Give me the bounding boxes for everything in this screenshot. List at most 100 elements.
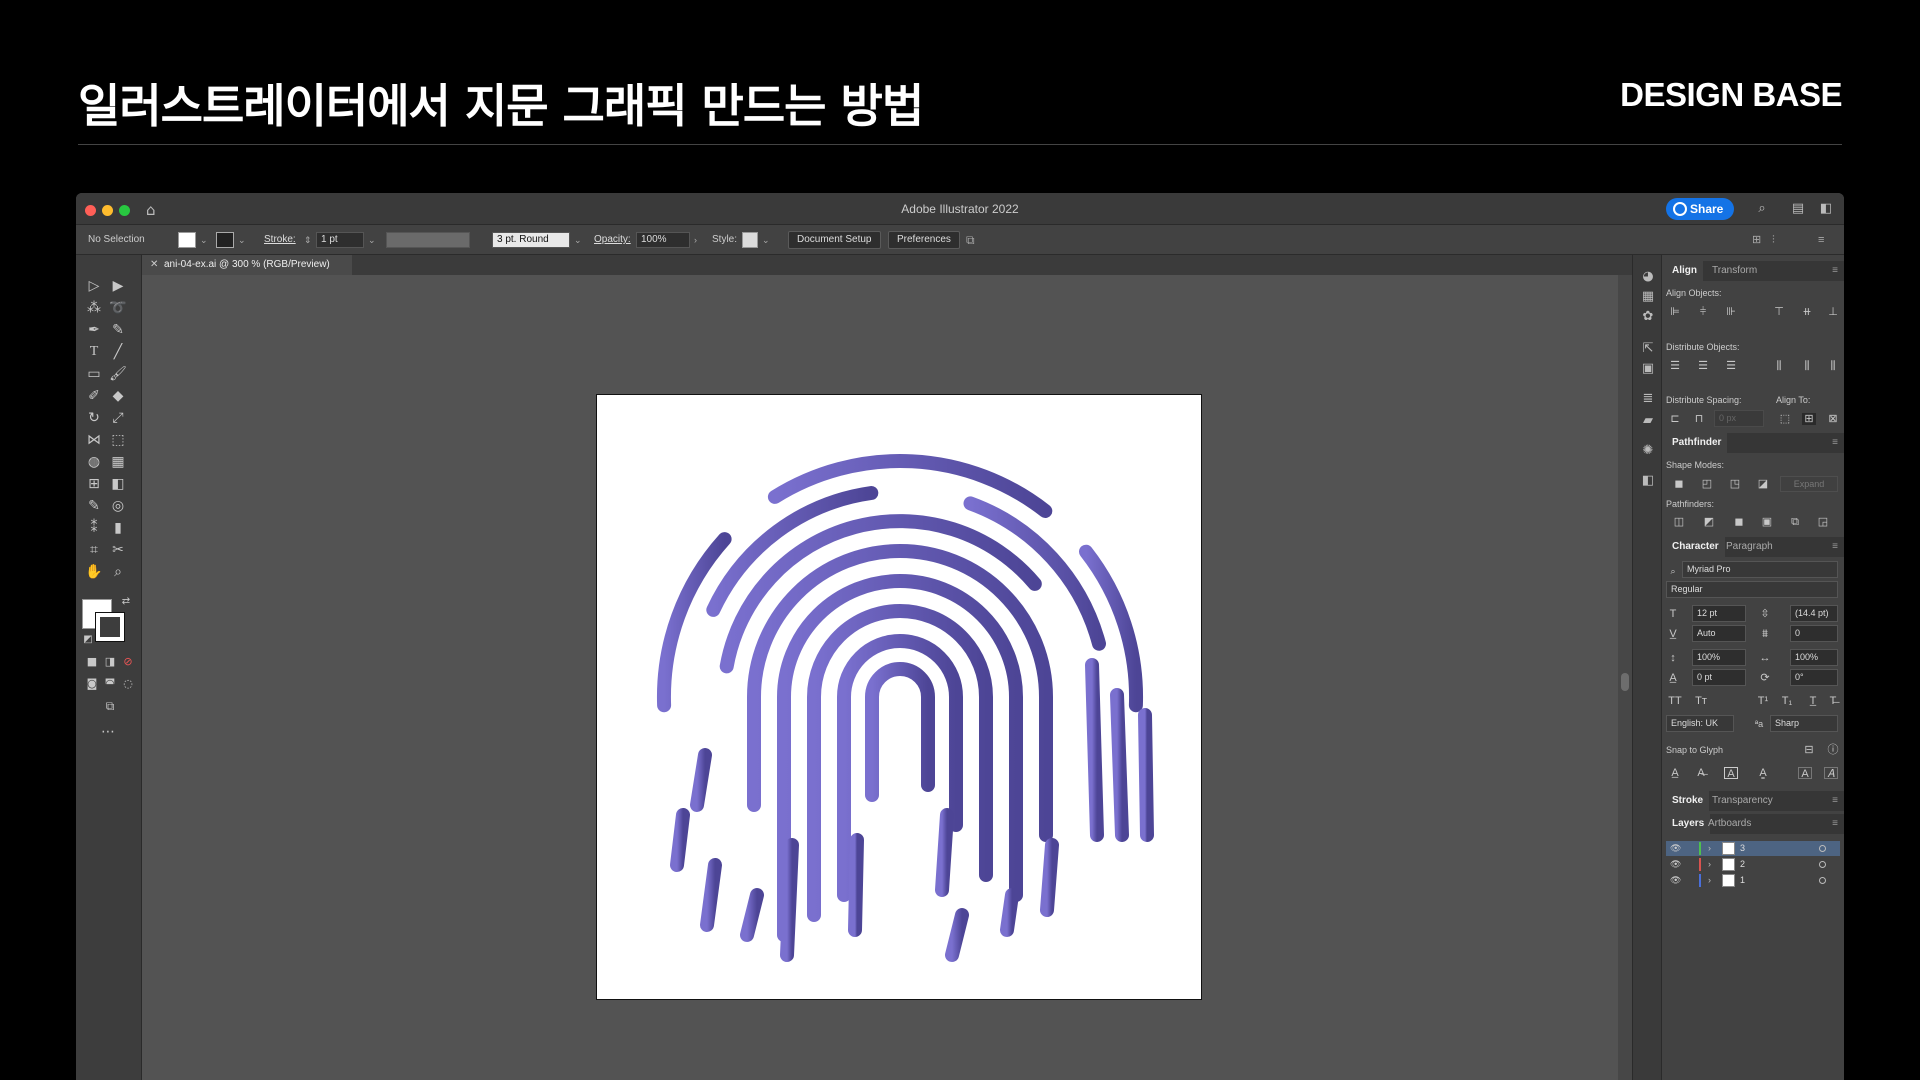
- panel-menu-icon[interactable]: ≡: [1832, 265, 1838, 276]
- comments-icon[interactable]: ▰: [1640, 413, 1656, 429]
- none-mode-icon[interactable]: ⊘: [118, 653, 138, 671]
- tab-align[interactable]: Align: [1662, 261, 1703, 281]
- artboard-tool-icon[interactable]: ⌗: [84, 541, 104, 559]
- stroke-swatch[interactable]: [216, 232, 234, 248]
- expand-layer-icon[interactable]: ›: [1708, 857, 1711, 872]
- expand-button[interactable]: Expand: [1780, 476, 1838, 492]
- layer-name[interactable]: 1: [1740, 873, 1745, 888]
- distribute-bottom-icon[interactable]: ☰: [1724, 360, 1738, 372]
- outline-icon[interactable]: ⧉: [1788, 516, 1802, 528]
- superscript-icon[interactable]: T¹: [1756, 695, 1770, 707]
- align-hcenter-icon[interactable]: ⫩: [1696, 306, 1710, 318]
- shape-builder-tool-icon[interactable]: ◍: [84, 453, 104, 471]
- align-to-selection-icon[interactable]: ⬚: [1778, 413, 1792, 425]
- stepper-icon[interactable]: ⇕: [304, 232, 312, 248]
- snap-glyph-bounds-icon[interactable]: A: [1724, 767, 1738, 780]
- unite-icon[interactable]: ◼: [1672, 478, 1686, 490]
- baseline-shift-field[interactable]: 0 pt: [1692, 669, 1746, 686]
- color-mode-icon[interactable]: ■: [82, 653, 102, 671]
- vertical-scale-field[interactable]: 100%: [1692, 649, 1746, 666]
- line-tool-icon[interactable]: ╱: [108, 343, 128, 361]
- brushes-icon[interactable]: ✿: [1640, 309, 1656, 325]
- scrollbar-thumb[interactable]: [1621, 673, 1629, 691]
- properties-icon[interactable]: ≣: [1640, 391, 1656, 407]
- more-tools-icon[interactable]: ⋯: [98, 723, 118, 741]
- distribute-hcenter-icon[interactable]: ⫼: [1800, 360, 1814, 372]
- transform-icon[interactable]: ⊞: [1752, 232, 1761, 248]
- export-icon[interactable]: ⇱: [1640, 341, 1656, 357]
- language-field[interactable]: English: UK: [1666, 715, 1734, 732]
- minus-front-icon[interactable]: ◰: [1700, 478, 1714, 490]
- lasso-tool-icon[interactable]: ➰: [108, 299, 128, 317]
- distribute-left-icon[interactable]: ⫼: [1772, 360, 1786, 372]
- slice-tool-icon[interactable]: ✂: [108, 541, 128, 559]
- tab-transparency[interactable]: Transparency: [1702, 791, 1779, 811]
- layer-row[interactable]: 👁 › 3: [1666, 841, 1840, 856]
- share-button[interactable]: Share: [1666, 198, 1734, 220]
- fingerprint-artwork[interactable]: [597, 395, 1203, 1001]
- stroke-weight-field[interactable]: 1 pt: [316, 232, 364, 248]
- align-left-icon[interactable]: ⊫: [1668, 306, 1682, 318]
- preferences-button[interactable]: Preferences: [888, 231, 960, 249]
- underline-icon[interactable]: T̲: [1806, 695, 1820, 707]
- variable-width-profile[interactable]: [386, 232, 470, 248]
- blend-tool-icon[interactable]: ◎: [108, 497, 128, 515]
- snap-xheight-icon[interactable]: A̶: [1694, 767, 1708, 779]
- draw-normal-icon[interactable]: ◙: [82, 675, 102, 693]
- align-top-icon[interactable]: ⊤: [1772, 306, 1786, 318]
- panel-menu-icon[interactable]: ≡: [1832, 541, 1838, 552]
- swap-colors-icon[interactable]: ⇄: [116, 593, 136, 611]
- scale-tool-icon[interactable]: ⤢: [108, 409, 128, 427]
- free-transform-tool-icon[interactable]: ⬚: [108, 431, 128, 449]
- document-setup-button[interactable]: Document Setup: [788, 231, 881, 249]
- chevron-right-icon[interactable]: ›: [694, 232, 697, 248]
- merge-icon[interactable]: ◼: [1732, 516, 1746, 528]
- visibility-eye-icon[interactable]: 👁: [1670, 841, 1681, 856]
- all-caps-icon[interactable]: TT: [1668, 695, 1682, 707]
- opacity-label[interactable]: Opacity:: [594, 232, 631, 248]
- chevron-down-icon[interactable]: ⌄: [238, 232, 246, 248]
- gradient-icon[interactable]: ◧: [1640, 473, 1656, 489]
- target-icon[interactable]: [1819, 877, 1826, 884]
- chevron-down-icon[interactable]: ⌄: [574, 232, 582, 248]
- draw-behind-icon[interactable]: ◚: [100, 675, 120, 693]
- search-icon[interactable]: ⌕: [1754, 201, 1770, 217]
- antialias-field[interactable]: Sharp: [1770, 715, 1838, 732]
- target-icon[interactable]: [1819, 845, 1826, 852]
- gradient-mode-icon[interactable]: ◨: [100, 653, 120, 671]
- character-rotation-field[interactable]: 0°: [1790, 669, 1838, 686]
- paintbrush-tool-icon[interactable]: 🖌: [108, 365, 128, 383]
- snap-baseline-icon[interactable]: A̲: [1668, 767, 1682, 779]
- font-search-icon[interactable]: ⌕: [1666, 565, 1680, 577]
- subscript-icon[interactable]: T₁: [1780, 695, 1794, 707]
- artboard[interactable]: [596, 394, 1202, 1000]
- canvas-area[interactable]: [142, 275, 1632, 1080]
- stroke-label[interactable]: Stroke:: [264, 232, 296, 248]
- shaper-tool-icon[interactable]: ✐: [84, 387, 104, 405]
- expand-layer-icon[interactable]: ›: [1708, 873, 1711, 888]
- eyedropper-tool-icon[interactable]: ✎: [84, 497, 104, 515]
- rectangle-tool-icon[interactable]: ▭: [84, 365, 104, 383]
- workspace-icon[interactable]: ▤: [1790, 201, 1806, 217]
- hand-tool-icon[interactable]: ✋: [84, 563, 104, 581]
- align-bottom-icon[interactable]: ⊥: [1826, 306, 1840, 318]
- glyph-guides-icon[interactable]: ⊟: [1802, 744, 1816, 756]
- mesh-tool-icon[interactable]: ⊞: [84, 475, 104, 493]
- spacing-field[interactable]: 0 px: [1714, 410, 1764, 427]
- font-size-field[interactable]: 12 pt: [1692, 605, 1746, 622]
- align-right-icon[interactable]: ⊪: [1724, 306, 1738, 318]
- layer-name[interactable]: 3: [1740, 841, 1745, 856]
- font-family-field[interactable]: Myriad Pro: [1682, 561, 1838, 578]
- horizontal-spacing-icon[interactable]: ⊓: [1692, 413, 1706, 425]
- vertical-scrollbar[interactable]: [1618, 275, 1632, 1080]
- divide-icon[interactable]: ◫: [1672, 516, 1686, 528]
- expand-layer-icon[interactable]: ›: [1708, 841, 1711, 856]
- zoom-tool-icon[interactable]: ⌕: [108, 563, 128, 581]
- selection-tool-icon[interactable]: ▷: [84, 277, 104, 295]
- snap-proximity-icon[interactable]: A̳: [1756, 767, 1770, 779]
- draw-inside-icon[interactable]: ◌: [118, 675, 138, 693]
- layer-row[interactable]: 👁 › 1: [1666, 873, 1840, 888]
- panel-menu-icon[interactable]: ≡: [1832, 818, 1838, 829]
- target-icon[interactable]: [1819, 861, 1826, 868]
- rotate-tool-icon[interactable]: ↻: [84, 409, 104, 427]
